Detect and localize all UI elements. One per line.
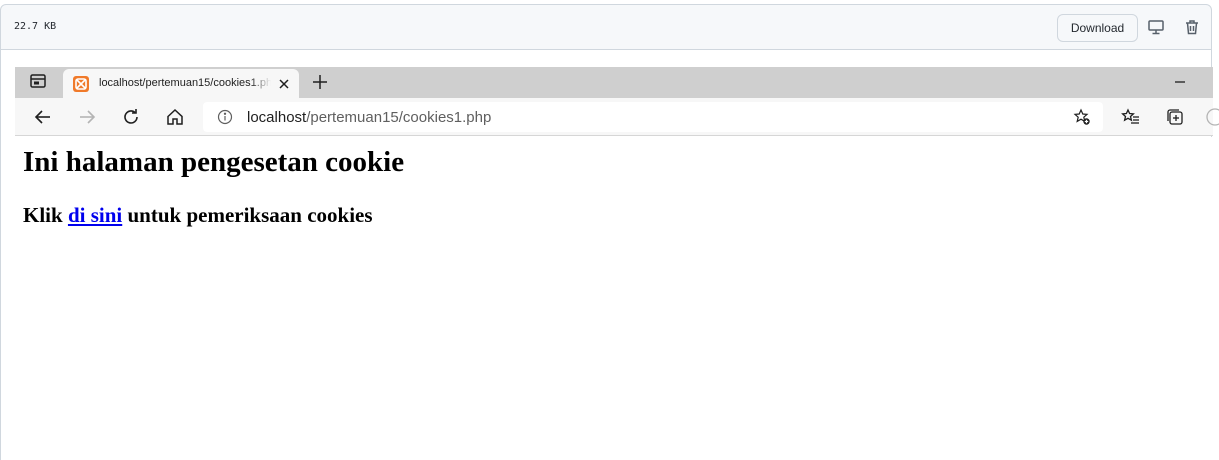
file-size: 22.7 KB [14,21,57,32]
page-heading: Ini halaman pengesetan cookie [23,146,405,178]
url-text[interactable]: localhost/pertemuan15/cookies1.php [247,109,491,126]
back-arrow-icon[interactable] [33,107,53,127]
tab-title: localhost/pertemuan15/cookies1.php [99,77,271,89]
instruction-suffix: untuk pemeriksaan cookies [122,203,373,227]
file-viewer-header: 22.7 KB Download [0,4,1212,50]
favorites-icon[interactable] [1121,107,1141,127]
add-favorite-icon[interactable] [1073,108,1091,126]
trash-icon[interactable] [1183,18,1201,36]
monitor-icon[interactable] [1147,18,1165,36]
url-path: /pertemuan15/cookies1.php [306,109,492,126]
navigation-toolbar: localhost/pertemuan15/cookies1.php [15,98,1219,136]
info-icon[interactable] [217,109,233,125]
tab-actions-icon[interactable] [29,72,47,90]
collections-icon[interactable] [1165,107,1185,127]
tab-cookies1[interactable]: localhost/pertemuan15/cookies1.php [63,69,299,98]
address-bar[interactable]: localhost/pertemuan15/cookies1.php [203,102,1103,132]
check-cookies-link[interactable]: di sini [68,203,122,227]
refresh-icon[interactable] [121,107,141,127]
page-content: Ini halaman pengesetan cookie Klik di si… [15,137,1213,460]
minimize-icon[interactable] [1172,74,1188,90]
instruction-text: Klik di sini untuk pemeriksaan cookies [23,203,373,228]
home-icon[interactable] [165,107,185,127]
browser-window: localhost/pertemuan15/cookies1.php local… [0,50,1219,460]
xampp-favicon-icon [73,76,89,92]
url-host: localhost [247,109,307,126]
download-button[interactable]: Download [1057,14,1138,42]
profile-icon[interactable] [1205,107,1219,127]
new-tab-icon[interactable] [311,73,329,91]
close-icon[interactable] [277,77,291,91]
instruction-prefix: Klik [23,203,68,227]
forward-arrow-icon[interactable] [77,107,97,127]
tab-strip: localhost/pertemuan15/cookies1.php [15,67,1213,98]
